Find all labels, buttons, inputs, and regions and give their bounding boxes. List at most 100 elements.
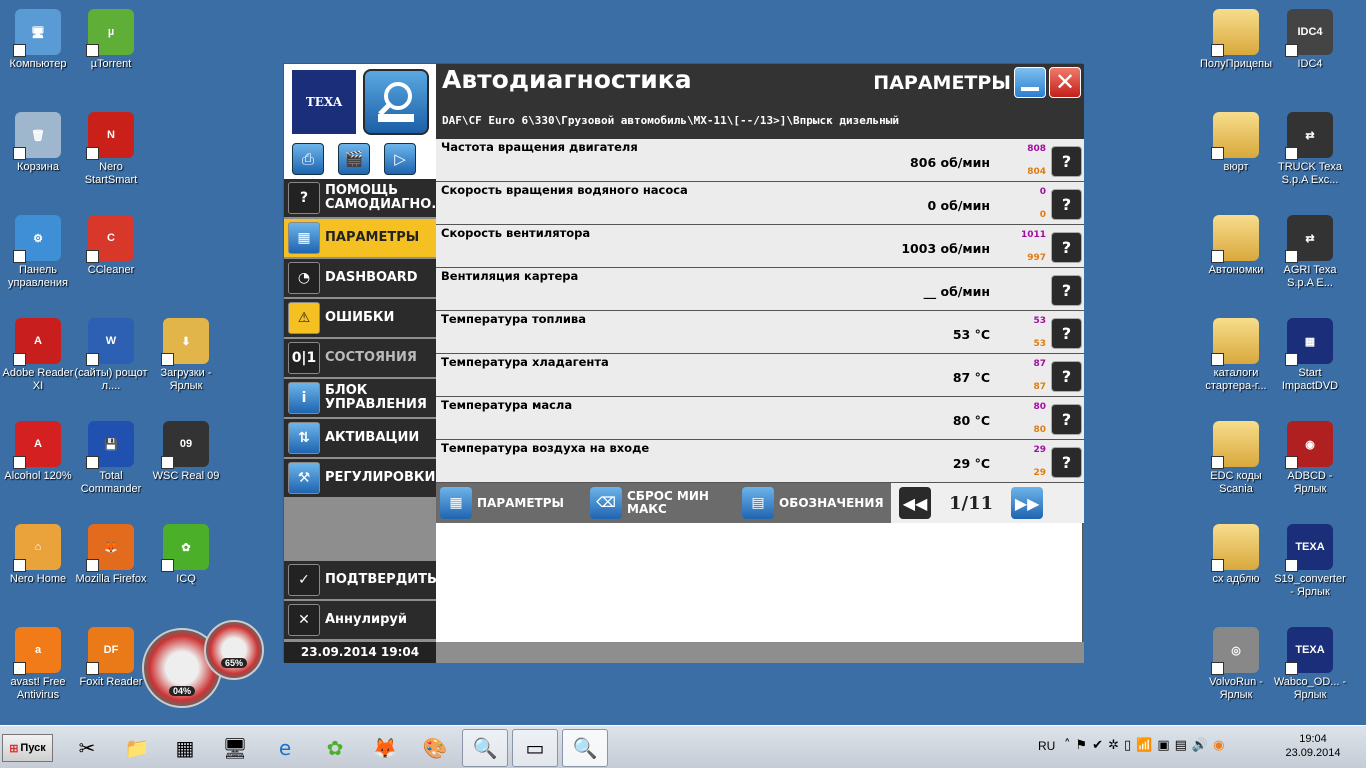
desktop-shortcut-label: TRUCK Texa S.p.A Exc... bbox=[1278, 161, 1342, 186]
taskbar-ie-icon[interactable]: e bbox=[262, 729, 308, 767]
volume-icon[interactable]: 🔊 bbox=[1192, 738, 1208, 758]
reset-min-max-button[interactable]: ⌫ СБРОС МИН МАКС bbox=[590, 487, 742, 519]
parameter-row[interactable]: Вентиляция картера __ об/мин? bbox=[436, 268, 1084, 311]
parameter-value: 87 °C bbox=[952, 370, 990, 385]
battery-icon[interactable]: ▯ bbox=[1124, 738, 1131, 758]
desktop-shortcut[interactable]: 09 WSC Real 09 bbox=[148, 417, 224, 483]
taskbar-firefox-icon[interactable]: 🦊 bbox=[362, 729, 408, 767]
help-icon[interactable]: ? bbox=[1051, 318, 1082, 349]
desktop-shortcut[interactable]: ◉ ADBCD - Ярлык bbox=[1272, 417, 1348, 496]
cpu-meter-gadget[interactable]: 04% 65% bbox=[138, 620, 268, 720]
parameter-row[interactable]: Температура топлива 53 °C 53 53? bbox=[436, 311, 1084, 354]
sidebar-item-label: БЛОК УПРАВЛЕНИЯ bbox=[325, 383, 427, 412]
desktop-shortcut[interactable]: TEXA Wabco_OD... - Ярлык bbox=[1272, 623, 1348, 702]
taskbar-calculator-icon[interactable]: ▦ bbox=[162, 729, 208, 767]
desktop-shortcut[interactable]: 🦊 Mozilla Firefox bbox=[73, 520, 149, 586]
parameter-row[interactable]: Температура масла 80 °C 80 80? bbox=[436, 397, 1084, 440]
desktop-shortcut[interactable]: ⇄ AGRI Texa S.p.A E... bbox=[1272, 211, 1348, 290]
desktop-shortcut[interactable]: W (сайты) рощот л.... bbox=[73, 314, 149, 393]
desktop-shortcut[interactable]: a avast! Free Antivirus bbox=[0, 623, 76, 702]
sidebar-item-1[interactable]: ? ПОМОЩЬ САМОДИАГНО... bbox=[284, 179, 446, 217]
sidebar-item-3[interactable]: ◔ DASHBOARD bbox=[284, 259, 436, 297]
taskbar-snipping-icon[interactable]: ✂ bbox=[64, 729, 110, 767]
tray-expand-icon[interactable]: ˄ bbox=[1064, 738, 1071, 758]
help-icon[interactable]: ? bbox=[1051, 275, 1082, 306]
print-icon[interactable]: ⎙ bbox=[292, 143, 324, 175]
desktop-shortcut[interactable]: TEXA S19_converter - Ярлык bbox=[1272, 520, 1348, 599]
taskbar-texa-icon[interactable]: 🔍 bbox=[462, 729, 508, 767]
desktop-shortcut[interactable]: каталоги стартера-г... bbox=[1198, 314, 1274, 393]
help-icon[interactable]: ? bbox=[1051, 404, 1082, 435]
taskbar-window-icon[interactable]: ▭ bbox=[512, 729, 558, 767]
taskbar-paint-icon[interactable]: 🎨 bbox=[412, 729, 458, 767]
desktop-shortcut[interactable]: ⚙ Панель управления bbox=[0, 211, 76, 290]
network-icon[interactable]: 📶 bbox=[1136, 738, 1152, 758]
desktop-shortcut[interactable]: 💾 Total Commander bbox=[73, 417, 149, 496]
parameter-row[interactable]: Температура воздуха на входе 29 °C 29 29? bbox=[436, 440, 1084, 483]
close-button[interactable]: ✕ bbox=[1049, 67, 1081, 98]
help-icon[interactable]: ? bbox=[1051, 447, 1082, 478]
desktop-shortcut[interactable]: ◎ VolvoRun - Ярлык bbox=[1198, 623, 1274, 702]
sidebar-item-2[interactable]: ▦ ПАРАМЕТРЫ bbox=[284, 219, 436, 257]
help-icon[interactable]: ? bbox=[1051, 232, 1082, 263]
clock[interactable]: 19:04 23.09.2014 bbox=[1278, 732, 1348, 760]
desktop-shortcut[interactable]: ПолуПрицепы bbox=[1198, 5, 1274, 71]
minimize-button[interactable] bbox=[1014, 67, 1046, 98]
taskbar-icq-icon[interactable]: ✿ bbox=[312, 729, 358, 767]
sidebar-item-7[interactable]: ⇅ АКТИВАЦИИ bbox=[284, 419, 436, 457]
fast-forward-icon[interactable]: ▶▶ bbox=[1011, 487, 1044, 519]
parameter-row[interactable]: Частота вращения двигателя 806 об/мин 808 8… bbox=[436, 139, 1084, 182]
parameter-row[interactable]: Скорость вентилятора 1003 об/мин 1011 997? bbox=[436, 225, 1084, 268]
desktop-shortcut[interactable]: IDC4 IDC4 bbox=[1272, 5, 1348, 71]
desktop-shortcut[interactable]: A Adobe Reader XI bbox=[0, 314, 76, 393]
desktop-shortcut[interactable]: ✿ ICQ bbox=[148, 520, 224, 586]
desktop-shortcut[interactable]: A Alcohol 120% bbox=[0, 417, 76, 483]
rewind-icon[interactable]: ◀◀ bbox=[899, 487, 931, 519]
desktop-shortcut[interactable]: ▦ Start ImpactDVD bbox=[1272, 314, 1348, 393]
desktop-shortcut[interactable]: вюрт bbox=[1198, 108, 1274, 174]
help-icon[interactable]: ? bbox=[1051, 189, 1082, 220]
help-icon[interactable]: ? bbox=[1051, 146, 1082, 177]
desktop-shortcut[interactable]: сх адблю bbox=[1198, 520, 1274, 586]
help-icon[interactable]: ? bbox=[1051, 361, 1082, 392]
desktop-shortcut-label: IDC4 bbox=[1297, 58, 1323, 70]
desktop-shortcut[interactable]: C CCleaner bbox=[73, 211, 149, 277]
confirm-button[interactable]: ✓ ПОДТВЕРДИТЬ bbox=[284, 561, 437, 599]
record-clapper-icon[interactable]: 🎬 bbox=[338, 143, 370, 175]
parameters-button[interactable]: ▦ ПАРАМЕТРЫ bbox=[440, 487, 590, 519]
taskbar-autodiagnostics-icon[interactable]: 🔍 bbox=[562, 729, 608, 767]
desktop-shortcut[interactable]: ⌂ Nero Home bbox=[0, 520, 76, 586]
tray-gear-icon[interactable]: ✲ bbox=[1108, 738, 1119, 758]
desktop-shortcut[interactable]: µ µTorrent bbox=[73, 5, 149, 71]
tray-check-icon[interactable]: ✔ bbox=[1092, 738, 1103, 758]
desktop-shortcut[interactable]: N Nero StartSmart bbox=[73, 108, 149, 187]
desktop-shortcut[interactable]: ⬇ Загрузки - Ярлык bbox=[148, 314, 224, 393]
parameter-row[interactable]: Скорость вращения водяного насоса 0 об/ми… bbox=[436, 182, 1084, 225]
sidebar-item-6[interactable]: i БЛОК УПРАВЛЕНИЯ bbox=[284, 379, 436, 417]
start-button[interactable]: ⊞ Пуск bbox=[2, 734, 53, 762]
desktop-shortcut[interactable]: 🗑 Корзина bbox=[0, 108, 76, 174]
cancel-button[interactable]: ✕ Аннулируй bbox=[284, 601, 436, 639]
taskbar: ⊞ Пуск ✂ 📁 ▦ 🖥 e ✿ 🦊 🎨 🔍 ▭ 🔍 RU ˄ ⚑ ✔ ✲ … bbox=[0, 725, 1366, 768]
taskbar-explorer-icon[interactable]: 📁 bbox=[114, 729, 160, 767]
desktop-shortcut[interactable]: EDC коды Scania bbox=[1198, 417, 1274, 496]
cpu-value: 04% bbox=[168, 686, 195, 696]
desktop-shortcut[interactable]: Автономки bbox=[1198, 211, 1274, 277]
language-indicator[interactable]: RU bbox=[1038, 739, 1055, 753]
avast-tray-icon[interactable]: ◉ bbox=[1213, 738, 1224, 758]
desktop-shortcut-label: вюрт bbox=[1223, 161, 1249, 173]
taskbar-monitor-icon[interactable]: 🖥 bbox=[212, 729, 258, 767]
sidebar-item-4[interactable]: ⚠ ОШИБКИ bbox=[284, 299, 436, 337]
desktop-shortcut[interactable]: ⇄ TRUCK Texa S.p.A Exc... bbox=[1272, 108, 1348, 187]
action-center-flag-icon[interactable]: ⚑ bbox=[1076, 738, 1088, 758]
tray-app-icon[interactable]: ▣ bbox=[1157, 738, 1169, 758]
parameter-row[interactable]: Температура хладагента 87 °C 87 87? bbox=[436, 354, 1084, 397]
sidebar-item-8[interactable]: ⚒ РЕГУЛИРОВКИ bbox=[284, 459, 436, 497]
desktop-shortcut-label: VolvoRun - Ярлык bbox=[1209, 676, 1263, 701]
legend-button[interactable]: ▤ ОБОЗНАЧЕНИЯ bbox=[742, 487, 884, 519]
play-icon[interactable]: ▷ bbox=[384, 143, 416, 175]
sidebar-item-5[interactable]: 0|1 СОСТОЯНИЯ bbox=[284, 339, 436, 377]
autodiagnostics-window: TEXA Автодиагностика ПАРАМЕТРЫ ✕ DAF\CF … bbox=[283, 63, 1084, 663]
desktop-shortcut[interactable]: 🖥 Компьютер bbox=[0, 5, 76, 71]
display-icon[interactable]: ▤ bbox=[1175, 738, 1187, 758]
